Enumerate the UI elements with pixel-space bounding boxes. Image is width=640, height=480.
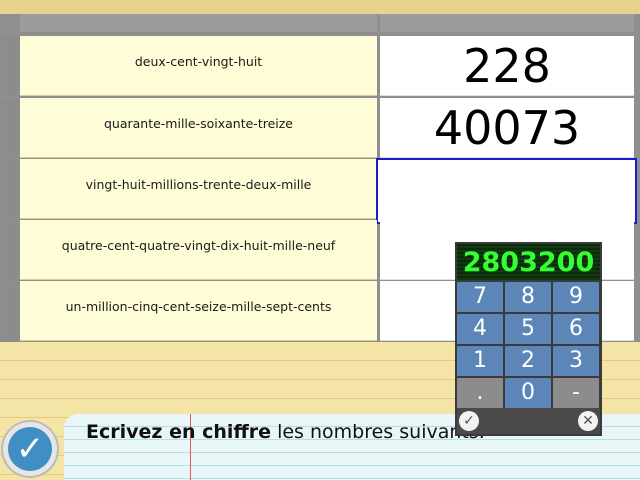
- table-row: quarante-mille-soixante-treize 40073: [0, 98, 640, 158]
- key-4[interactable]: 4: [457, 314, 503, 344]
- check-icon: ✓: [8, 427, 52, 471]
- key-1[interactable]: 1: [457, 346, 503, 376]
- instruction-bold: Ecrivez en chiffre: [86, 421, 272, 443]
- words-text: vingt-huit-millions-trente-deux-mille: [85, 177, 312, 192]
- key-3[interactable]: 3: [553, 346, 599, 376]
- check-icon[interactable]: ✓: [459, 411, 479, 431]
- validate-button[interactable]: ✓: [3, 422, 57, 476]
- words-cell: vingt-huit-millions-trente-deux-mille: [20, 159, 377, 219]
- row-gutter: [1, 36, 19, 96]
- words-text: deux-cent-vingt-huit: [134, 54, 263, 69]
- key-0[interactable]: 0: [505, 378, 551, 408]
- key-5[interactable]: 5: [505, 314, 551, 344]
- key-decimal[interactable]: .: [457, 378, 503, 408]
- keypad-display: 2803200: [457, 244, 600, 280]
- paper-top-band: [0, 0, 640, 14]
- words-text: quatre-cent-quatre-vingt-dix-huit-mille-…: [61, 238, 336, 253]
- row-gutter: [1, 159, 19, 219]
- key-minus[interactable]: -: [553, 378, 599, 408]
- key-6[interactable]: 6: [553, 314, 599, 344]
- answer-cell[interactable]: 40073: [380, 98, 634, 158]
- header-words-column: [20, 14, 377, 32]
- header-answer-column: [380, 14, 634, 32]
- keypad-footer: ✓ ✕: [457, 408, 600, 434]
- answer-cell-active[interactable]: [376, 158, 637, 224]
- close-icon[interactable]: ✕: [578, 411, 598, 431]
- table-row: vingt-huit-millions-trente-deux-mille: [0, 158, 640, 224]
- words-cell: quatre-cent-quatre-vingt-dix-huit-mille-…: [20, 220, 377, 280]
- instruction-text: Ecrivez en chiffre les nombres suivants.: [86, 421, 485, 443]
- numeric-keypad: 2803200 7 8 9 4 5 6 1 2 3 . 0 - ✓ ✕: [455, 242, 602, 436]
- key-2[interactable]: 2: [505, 346, 551, 376]
- words-cell: un-million-cinq-cent-seize-mille-sept-ce…: [20, 281, 377, 341]
- words-cell: quarante-mille-soixante-treize: [20, 98, 377, 158]
- row-gutter: [1, 281, 19, 341]
- key-7[interactable]: 7: [457, 282, 503, 312]
- words-cell: deux-cent-vingt-huit: [20, 36, 377, 96]
- words-text: quarante-mille-soixante-treize: [103, 116, 294, 131]
- table-row: deux-cent-vingt-huit 228: [0, 36, 640, 96]
- key-8[interactable]: 8: [505, 282, 551, 312]
- row-gutter: [1, 98, 19, 158]
- answer-cell[interactable]: 228: [380, 36, 634, 96]
- row-gutter: [1, 220, 19, 280]
- key-9[interactable]: 9: [553, 282, 599, 312]
- instruction-rest: les nombres suivants.: [271, 421, 485, 443]
- words-text: un-million-cinq-cent-seize-mille-sept-ce…: [65, 299, 332, 314]
